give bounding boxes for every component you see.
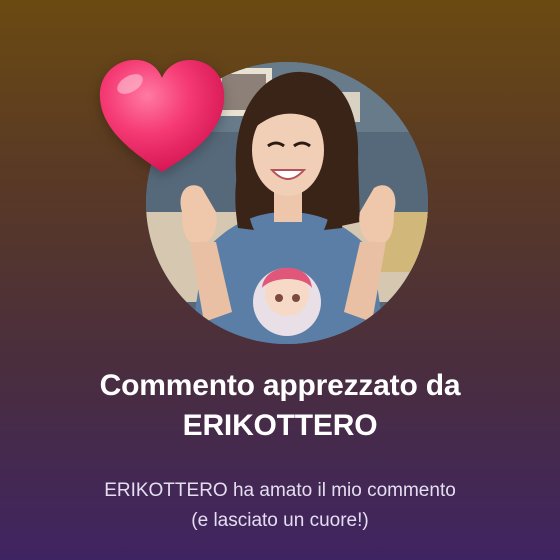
body-line-1: ERIKOTTERO ha amato il mio commento (104, 480, 456, 501)
heart-notification-card: Commento apprezzato da ERIKOTTERO ERIKOT… (0, 0, 560, 560)
title-line-1: Commento apprezzato da (99, 369, 461, 402)
body-line-2: (e lasciato un cuore!) (191, 510, 369, 531)
notification-title: Commento apprezzato da ERIKOTTERO (0, 366, 560, 446)
title-username: ERIKOTTERO (182, 409, 378, 442)
heart-shape (99, 59, 225, 172)
heart-icon (96, 54, 228, 178)
notification-body: ERIKOTTERO ha amato il mio commento (e l… (0, 476, 560, 536)
